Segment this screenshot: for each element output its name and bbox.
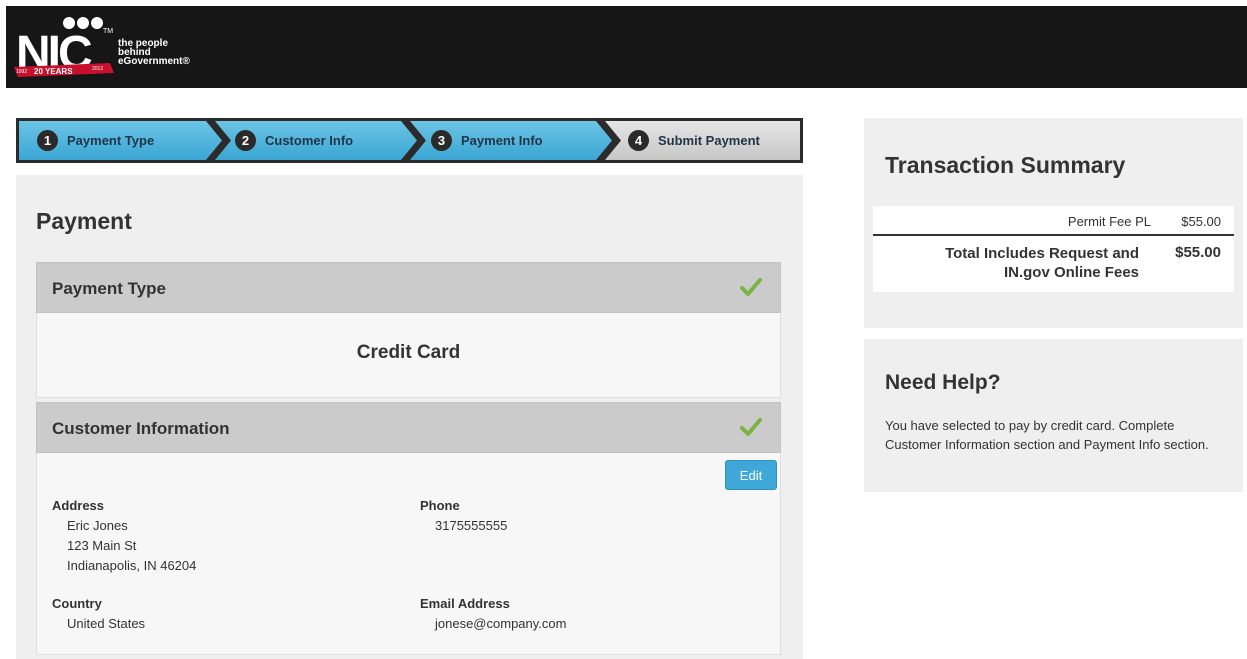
logo-tagline: the people behind eGovernment®	[118, 39, 190, 67]
email-value: jonese@company.com	[435, 616, 567, 631]
step-payment-type[interactable]: 1 Payment Type	[37, 118, 154, 163]
address-city: Indianapolis, IN 46204	[67, 558, 197, 573]
nic-logo[interactable]: NIC 1992 20 YEARS 2012 TM the people beh…	[14, 15, 214, 85]
step-customer-info[interactable]: 2 Customer Info	[235, 118, 353, 163]
logo-year-start: 1992	[16, 69, 28, 75]
fee-name: Permit Fee PL	[1067, 214, 1151, 229]
step-number: 4	[628, 130, 649, 151]
step-number: 1	[37, 130, 58, 151]
logo-banner: 20 YEARS	[34, 67, 73, 76]
customer-info-body: Edit Address Eric Jones 123 Main St Indi…	[36, 453, 781, 655]
page-title: Payment	[36, 208, 132, 234]
summary-title: Transaction Summary	[885, 152, 1126, 178]
help-title: Need Help?	[885, 371, 1001, 394]
section-title: Customer Information	[52, 419, 230, 438]
checkmark-icon	[740, 278, 762, 296]
payment-panel: Payment Payment Type Credit Card Custome…	[16, 175, 803, 659]
total-amount: $55.00	[1175, 244, 1221, 261]
help-text: You have selected to pay by credit card.…	[885, 418, 1209, 452]
summary-table: Permit Fee PL $55.00 Total Includes Requ…	[873, 206, 1234, 292]
edit-button[interactable]: Edit	[725, 460, 777, 490]
total-label-line: IN.gov Online Fees	[1003, 264, 1139, 281]
step-label: Payment Type	[67, 133, 155, 148]
step-payment-info[interactable]: 3 Payment Info	[431, 118, 543, 163]
payment-type-header: Payment Type	[36, 262, 781, 313]
checkmark-icon	[740, 418, 762, 436]
address-street: 123 Main St	[67, 538, 137, 553]
transaction-summary: Transaction Summary Permit Fee PL $55.00…	[864, 118, 1243, 328]
total-label-line: Total Includes Request and	[945, 245, 1139, 262]
country-value: United States	[67, 616, 146, 631]
section-title: Payment Type	[52, 279, 167, 298]
progress-steps: 1 Payment Type 2 Customer Info 3 Payment…	[16, 118, 803, 163]
address-label: Address	[52, 498, 105, 513]
step-label: Payment Info	[461, 133, 543, 148]
country-label: Country	[52, 596, 102, 611]
total-divider	[873, 234, 1234, 236]
logo-year-end: 2012	[92, 66, 104, 72]
tagline-line: eGovernment®	[118, 56, 190, 67]
total-label: Total Includes Request and IN.gov Online…	[879, 244, 1139, 282]
trademark: TM	[103, 28, 114, 35]
payment-type-value: Credit Card	[356, 342, 461, 363]
step-submit-payment[interactable]: 4 Submit Payment	[628, 118, 760, 163]
payment-type-body: Credit Card	[36, 313, 781, 398]
site-header: NIC 1992 20 YEARS 2012 TM the people beh…	[6, 6, 1247, 88]
step-number: 2	[235, 130, 256, 151]
step-label: Submit Payment	[658, 133, 760, 148]
fee-amount: $55.00	[1181, 214, 1221, 229]
address-name: Eric Jones	[67, 518, 128, 533]
phone-label: Phone	[420, 498, 460, 513]
customer-info-header: Customer Information	[36, 402, 781, 453]
help-panel: Need Help? You have selected to pay by c…	[864, 339, 1243, 492]
email-label: Email Address	[420, 596, 510, 611]
phone-value: 3175555555	[435, 518, 508, 533]
step-number: 3	[431, 130, 452, 151]
address-value: Eric Jones 123 Main St Indianapolis, IN …	[67, 516, 196, 576]
step-label: Customer Info	[265, 133, 354, 148]
